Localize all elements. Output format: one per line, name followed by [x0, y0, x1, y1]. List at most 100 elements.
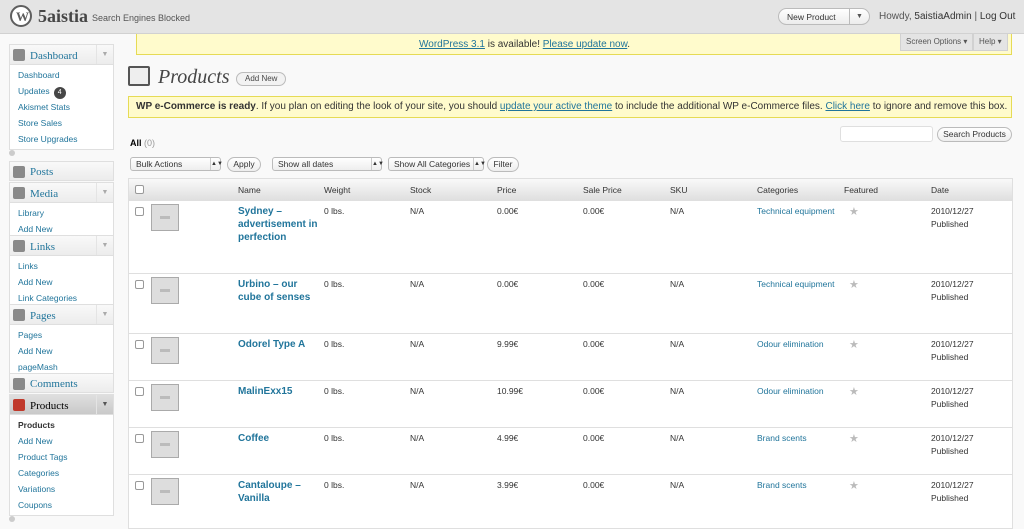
submenu-product-tags[interactable]: Product Tags	[10, 449, 113, 465]
submenu-store-sales[interactable]: Store Sales	[10, 115, 113, 131]
favorite-actions-dropdown[interactable]: New Product ▼	[778, 8, 870, 25]
menu-posts[interactable]: Posts	[9, 161, 114, 181]
select-arrow-icon[interactable]: ▲▼	[371, 158, 384, 170]
product-name-link[interactable]: Cantaloupe – Vanilla	[238, 479, 308, 505]
chevron-down-icon[interactable]: ▼	[96, 236, 113, 255]
featured-star-icon[interactable]: ★	[849, 432, 859, 445]
wordpress-version-link[interactable]: WordPress 3.1	[419, 39, 485, 50]
select-arrow-icon[interactable]: ▲▼	[210, 158, 223, 170]
row-checkbox[interactable]	[135, 340, 144, 349]
menu-links-label[interactable]: Links	[30, 241, 55, 253]
favorite-action-label[interactable]: New Product	[787, 12, 836, 22]
dates-filter-value[interactable]: Show all dates	[278, 159, 333, 169]
separator-icon[interactable]	[9, 150, 15, 156]
search-input[interactable]	[840, 126, 933, 142]
select-all-checkbox[interactable]	[135, 185, 144, 194]
column-weight[interactable]: Weight	[324, 185, 350, 195]
product-thumbnail[interactable]	[151, 384, 179, 411]
product-thumbnail[interactable]	[151, 431, 179, 458]
row-checkbox[interactable]	[135, 434, 144, 443]
column-price[interactable]: Price	[497, 185, 516, 195]
submenu-akismet-stats[interactable]: Akismet Stats	[10, 99, 113, 115]
bulk-actions-select[interactable]: Bulk Actions ▲▼	[130, 157, 223, 171]
submenu-dashboard[interactable]: Dashboard	[10, 67, 113, 83]
filter-button[interactable]: Filter	[487, 157, 519, 172]
dates-filter-select[interactable]: Show all dates ▲▼	[272, 157, 384, 171]
ignore-notice-link[interactable]: Click here	[825, 101, 869, 112]
chevron-down-icon[interactable]: ▼	[96, 305, 113, 324]
menu-products-header[interactable]: Products ▼	[10, 395, 113, 415]
submenu-updates[interactable]: Updates 4	[10, 83, 113, 99]
submenu-links-add-new[interactable]: Add New	[10, 274, 113, 290]
categories-filter-value[interactable]: Show All Categories	[394, 159, 470, 169]
menu-posts-label[interactable]: Posts	[30, 166, 53, 178]
featured-star-icon[interactable]: ★	[849, 205, 859, 218]
product-thumbnail[interactable]	[151, 277, 179, 304]
submenu-coupons[interactable]: Coupons	[10, 497, 113, 513]
submenu-store-upgrades[interactable]: Store Upgrades	[10, 131, 113, 147]
update-theme-link[interactable]: update your active theme	[500, 101, 612, 112]
search-products-button[interactable]: Search Products	[937, 127, 1012, 142]
row-checkbox[interactable]	[135, 207, 144, 216]
featured-star-icon[interactable]: ★	[849, 278, 859, 291]
menu-media-header[interactable]: Media ▼	[10, 183, 113, 203]
site-visibility-status[interactable]: Search Engines Blocked	[92, 13, 190, 23]
menu-dashboard-label[interactable]: Dashboard	[30, 50, 78, 62]
chevron-down-icon[interactable]: ▼	[96, 45, 113, 64]
row-checkbox[interactable]	[135, 387, 144, 396]
column-categories[interactable]: Categories	[757, 185, 798, 195]
select-arrow-icon[interactable]: ▲▼	[473, 158, 486, 170]
chevron-down-icon[interactable]: ▼	[96, 183, 113, 202]
product-name-link[interactable]: MalinExx15	[238, 385, 318, 398]
featured-star-icon[interactable]: ★	[849, 338, 859, 351]
menu-dashboard-header[interactable]: Dashboard ▼	[10, 45, 113, 65]
submenu-pages[interactable]: Pages	[10, 327, 113, 343]
submenu-products[interactable]: Products	[10, 417, 113, 433]
logout-link[interactable]: Log Out	[980, 11, 1016, 22]
submenu-updates-label[interactable]: Updates	[18, 86, 50, 96]
product-category-link[interactable]: Technical equipment	[757, 205, 837, 218]
column-sku[interactable]: SKU	[670, 185, 687, 195]
submenu-product-categories[interactable]: Categories	[10, 465, 113, 481]
product-thumbnail[interactable]	[151, 204, 179, 231]
menu-pages-header[interactable]: Pages ▼	[10, 305, 113, 325]
row-checkbox[interactable]	[135, 280, 144, 289]
site-title[interactable]: 5aistia	[38, 6, 88, 27]
update-now-link[interactable]: Please update now	[543, 39, 628, 50]
column-featured[interactable]: Featured	[844, 185, 878, 195]
product-name-link[interactable]: Urbino – our cube of senses	[238, 278, 318, 304]
menu-comments-label[interactable]: Comments	[30, 378, 78, 390]
product-category-link[interactable]: Odour elimination	[757, 338, 843, 351]
help-tab[interactable]: Help ▾	[973, 34, 1008, 51]
filter-all-link[interactable]: All	[130, 138, 142, 148]
menu-comments[interactable]: Comments	[9, 373, 114, 393]
separator-icon[interactable]	[9, 516, 15, 522]
column-sale-price[interactable]: Sale Price	[583, 185, 622, 195]
product-thumbnail[interactable]	[151, 337, 179, 364]
add-new-product-button[interactable]: Add New	[236, 72, 287, 86]
menu-links-header[interactable]: Links ▼	[10, 236, 113, 256]
menu-media-label[interactable]: Media	[30, 188, 58, 200]
featured-star-icon[interactable]: ★	[849, 385, 859, 398]
submenu-media-library[interactable]: Library	[10, 205, 113, 221]
row-checkbox[interactable]	[135, 481, 144, 490]
categories-filter-select[interactable]: Show All Categories ▲▼	[388, 157, 486, 171]
product-name-link[interactable]: Coffee	[238, 432, 318, 445]
bulk-actions-value[interactable]: Bulk Actions	[136, 159, 182, 169]
product-category-link[interactable]: Technical equipment	[757, 278, 837, 291]
user-name-link[interactable]: 5aistiaAdmin	[914, 11, 971, 22]
chevron-down-icon[interactable]: ▼	[96, 395, 113, 414]
menu-products-label[interactable]: Products	[30, 400, 69, 412]
column-name[interactable]: Name	[238, 185, 261, 195]
submenu-variations[interactable]: Variations	[10, 481, 113, 497]
submenu-products-add-new[interactable]: Add New	[10, 433, 113, 449]
product-category-link[interactable]: Odour elimination	[757, 385, 843, 398]
column-date[interactable]: Date	[931, 185, 949, 195]
product-name-link[interactable]: Odorel Type A	[238, 338, 328, 351]
product-category-link[interactable]: Brand scents	[757, 432, 837, 445]
product-category-link[interactable]: Brand scents	[757, 479, 837, 492]
product-name-link[interactable]: Sydney – advertisement in perfection	[238, 205, 318, 244]
submenu-links[interactable]: Links	[10, 258, 113, 274]
wordpress-logo-icon[interactable]: W	[10, 5, 32, 27]
screen-options-tab[interactable]: Screen Options ▾	[900, 34, 974, 51]
